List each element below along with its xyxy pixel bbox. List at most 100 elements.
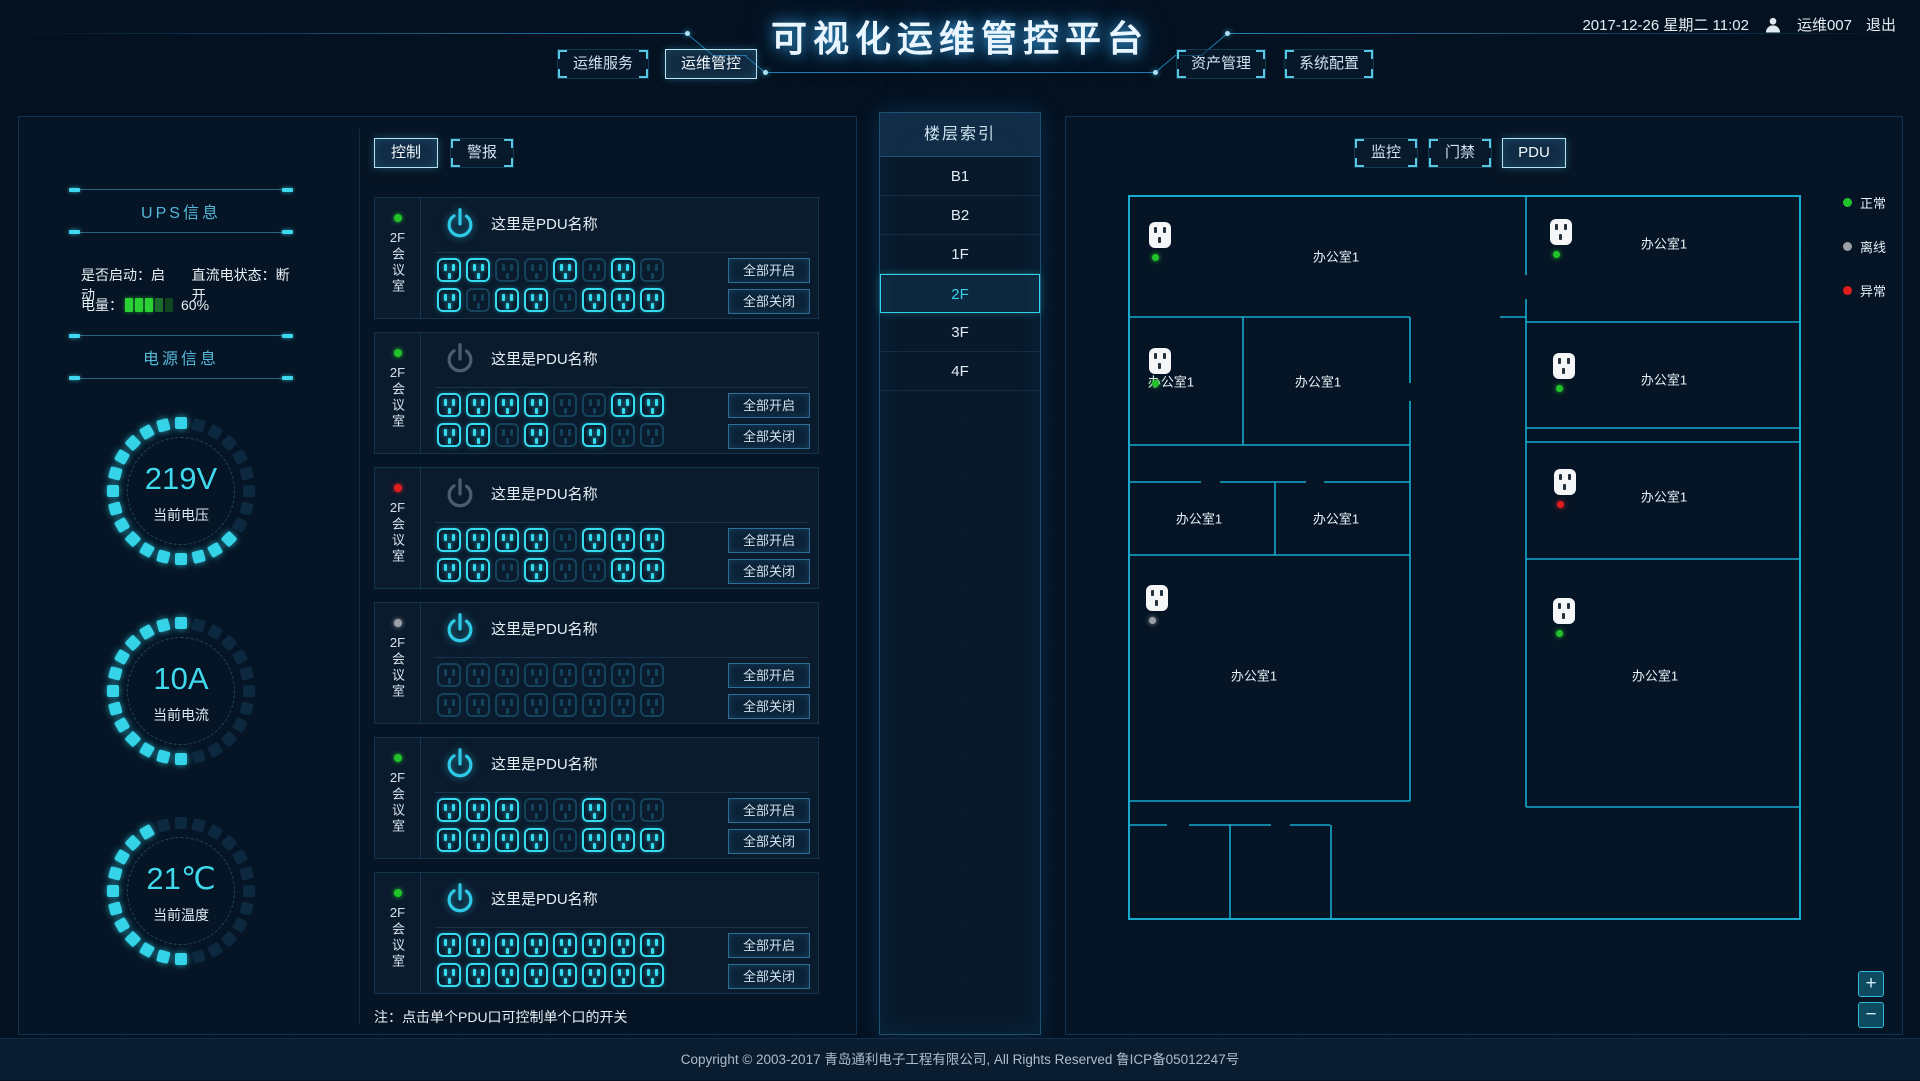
plan-socket-icon[interactable]: [1550, 219, 1572, 245]
outlet-socket[interactable]: [437, 393, 461, 417]
outlet-socket[interactable]: [553, 693, 577, 717]
outlet-socket[interactable]: [495, 963, 519, 987]
outlet-socket[interactable]: [582, 528, 606, 552]
outlet-socket[interactable]: [495, 558, 519, 582]
outlet-socket[interactable]: [640, 933, 664, 957]
power-icon[interactable]: [443, 881, 477, 915]
outlet-socket[interactable]: [524, 693, 548, 717]
outlet-socket[interactable]: [524, 933, 548, 957]
outlet-socket[interactable]: [437, 663, 461, 687]
outlet-socket[interactable]: [611, 663, 635, 687]
outlet-socket[interactable]: [437, 258, 461, 282]
outlet-socket[interactable]: [524, 798, 548, 822]
outlet-socket[interactable]: [524, 528, 548, 552]
outlet-socket[interactable]: [437, 558, 461, 582]
open-all-button[interactable]: 全部开启: [728, 393, 810, 418]
outlet-socket[interactable]: [553, 393, 577, 417]
logout-button[interactable]: 退出: [1866, 14, 1896, 35]
view-tab-2[interactable]: 门禁: [1428, 138, 1492, 168]
open-all-button[interactable]: 全部开启: [728, 798, 810, 823]
outlet-socket[interactable]: [495, 828, 519, 852]
outlet-socket[interactable]: [466, 528, 490, 552]
plan-socket-icon[interactable]: [1149, 348, 1171, 374]
outlet-socket[interactable]: [524, 393, 548, 417]
outlet-socket[interactable]: [611, 798, 635, 822]
outlet-socket[interactable]: [640, 798, 664, 822]
outlet-socket[interactable]: [582, 393, 606, 417]
outlet-socket[interactable]: [582, 558, 606, 582]
outlet-socket[interactable]: [495, 933, 519, 957]
open-all-button[interactable]: 全部开启: [728, 663, 810, 688]
floor-item-3F[interactable]: 3F: [880, 313, 1040, 352]
outlet-socket[interactable]: [553, 528, 577, 552]
outlet-socket[interactable]: [553, 288, 577, 312]
zoom-out-button[interactable]: −: [1858, 1002, 1884, 1028]
power-icon[interactable]: [443, 476, 477, 510]
view-tab-1[interactable]: 监控: [1354, 138, 1418, 168]
outlet-socket[interactable]: [466, 663, 490, 687]
outlet-socket[interactable]: [611, 558, 635, 582]
outlet-socket[interactable]: [640, 288, 664, 312]
outlet-socket[interactable]: [466, 393, 490, 417]
outlet-socket[interactable]: [495, 258, 519, 282]
close-all-button[interactable]: 全部关闭: [728, 559, 810, 584]
outlet-socket[interactable]: [582, 828, 606, 852]
outlet-socket[interactable]: [640, 663, 664, 687]
outlet-socket[interactable]: [437, 798, 461, 822]
power-icon[interactable]: [443, 341, 477, 375]
outlet-socket[interactable]: [495, 423, 519, 447]
close-all-button[interactable]: 全部关闭: [728, 829, 810, 854]
outlet-socket[interactable]: [611, 963, 635, 987]
outlet-socket[interactable]: [611, 528, 635, 552]
outlet-socket[interactable]: [553, 798, 577, 822]
floor-item-2F[interactable]: 2F: [880, 274, 1040, 313]
outlet-socket[interactable]: [611, 258, 635, 282]
outlet-socket[interactable]: [466, 828, 490, 852]
floor-item-1F[interactable]: 1F: [880, 235, 1040, 274]
outlet-socket[interactable]: [640, 258, 664, 282]
outlet-socket[interactable]: [437, 528, 461, 552]
outlet-socket[interactable]: [640, 963, 664, 987]
outlet-socket[interactable]: [582, 258, 606, 282]
outlet-socket[interactable]: [611, 933, 635, 957]
outlet-socket[interactable]: [582, 963, 606, 987]
outlet-socket[interactable]: [495, 693, 519, 717]
floor-item-B2[interactable]: B2: [880, 196, 1040, 235]
plan-socket-icon[interactable]: [1149, 222, 1171, 248]
outlet-socket[interactable]: [495, 663, 519, 687]
floor-item-4F[interactable]: 4F: [880, 352, 1040, 391]
outlet-socket[interactable]: [524, 963, 548, 987]
outlet-socket[interactable]: [466, 963, 490, 987]
outlet-socket[interactable]: [466, 933, 490, 957]
outlet-socket[interactable]: [553, 663, 577, 687]
outlet-socket[interactable]: [437, 963, 461, 987]
outlet-socket[interactable]: [437, 693, 461, 717]
outlet-socket[interactable]: [640, 393, 664, 417]
outlet-socket[interactable]: [553, 558, 577, 582]
outlet-socket[interactable]: [611, 423, 635, 447]
outlet-socket[interactable]: [437, 933, 461, 957]
outlet-socket[interactable]: [640, 558, 664, 582]
close-all-button[interactable]: 全部关闭: [728, 964, 810, 989]
outlet-socket[interactable]: [466, 558, 490, 582]
view-tab-3[interactable]: PDU: [1502, 138, 1566, 168]
outlet-socket[interactable]: [524, 558, 548, 582]
control-tab-1[interactable]: 控制: [374, 138, 438, 168]
outlet-socket[interactable]: [611, 828, 635, 852]
control-tab-2[interactable]: 警报: [450, 138, 514, 168]
outlet-socket[interactable]: [553, 933, 577, 957]
outlet-socket[interactable]: [611, 288, 635, 312]
outlet-socket[interactable]: [466, 798, 490, 822]
floor-item-B1[interactable]: B1: [880, 157, 1040, 196]
outlet-socket[interactable]: [495, 288, 519, 312]
outlet-socket[interactable]: [437, 828, 461, 852]
outlet-socket[interactable]: [466, 693, 490, 717]
outlet-socket[interactable]: [495, 528, 519, 552]
outlet-socket[interactable]: [640, 828, 664, 852]
plan-socket-icon[interactable]: [1553, 598, 1575, 624]
close-all-button[interactable]: 全部关闭: [728, 694, 810, 719]
outlet-socket[interactable]: [582, 933, 606, 957]
power-icon[interactable]: [443, 206, 477, 240]
nav-tab-2[interactable]: 系统配置: [1284, 49, 1374, 79]
open-all-button[interactable]: 全部开启: [728, 933, 810, 958]
